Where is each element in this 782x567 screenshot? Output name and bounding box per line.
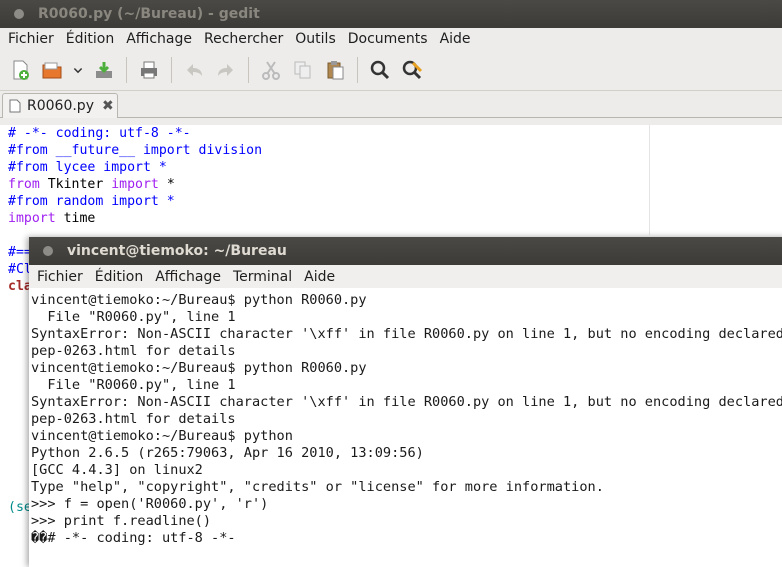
file-icon — [9, 99, 21, 113]
terminal-line: >>> print f.readline() — [31, 513, 212, 529]
print-button[interactable] — [135, 56, 163, 84]
gedit-toolbar — [0, 50, 782, 91]
module-name: Tkinter — [39, 177, 112, 192]
open-folder-icon — [42, 62, 62, 79]
terminal-line: vincent@tiemoko:~/Bureau$ python R0060.p… — [31, 292, 367, 308]
menu-terminal[interactable]: Terminal — [233, 269, 292, 285]
open-button[interactable] — [38, 56, 66, 84]
right-margin-line — [649, 125, 650, 235]
code-line: #from lycee import * — [8, 160, 167, 175]
new-document-icon — [13, 60, 29, 80]
terminal-line: vincent@tiemoko:~/Bureau$ python — [31, 428, 293, 444]
terminal-line: ��# -*- coding: utf-8 -*- — [31, 530, 236, 546]
terminal-line: Type "help", "copyright", "credits" or "… — [31, 479, 604, 495]
terminal-line: File "R0060.py", line 1 — [31, 377, 236, 393]
terminal-line: pep-0263.html for details — [31, 411, 236, 427]
terminal-titlebar[interactable]: vincent@tiemoko: ~/Bureau — [29, 237, 782, 265]
tab-label: R0060.py — [27, 98, 94, 114]
keyword: import — [111, 177, 159, 192]
terminal-line: pep-0263.html for details — [31, 343, 236, 359]
code-token: * — [158, 177, 175, 192]
dropdown-arrow-icon — [73, 68, 83, 74]
menu-fichier[interactable]: Fichier — [37, 269, 83, 285]
terminal-window: vincent@tiemoko: ~/Bureau Fichier Éditio… — [29, 237, 782, 567]
terminal-line: SyntaxError: Non-ASCII character '\xff' … — [31, 394, 782, 410]
save-icon — [96, 62, 112, 78]
window-menu-icon[interactable] — [43, 246, 53, 256]
code-line: #from random import * — [8, 194, 175, 209]
code-line: from Tkinter import * — [8, 176, 175, 193]
paste-icon — [327, 61, 344, 80]
copy-button[interactable] — [289, 56, 317, 84]
terminal-window-title: vincent@tiemoko: ~/Bureau — [67, 243, 287, 259]
terminal-line: File "R0060.py", line 1 — [31, 309, 236, 325]
toolbar-separator — [171, 57, 172, 83]
gedit-titlebar[interactable]: R0060.py (~/Bureau) - gedit — [0, 0, 782, 28]
code-line: # -*- coding: utf-8 -*- — [8, 126, 191, 141]
redo-icon — [218, 64, 233, 76]
tab-r0060-py[interactable]: R0060.py ✖ — [2, 93, 118, 118]
find-button[interactable] — [366, 56, 394, 84]
module-name: time — [55, 211, 96, 226]
terminal-line: vincent@tiemoko:~/Bureau$ python R0060.p… — [31, 360, 367, 376]
keyword: import — [8, 211, 56, 226]
cut-icon — [262, 61, 280, 80]
menu-affichage[interactable]: Affichage — [126, 31, 192, 47]
terminal-line: Python 2.6.5 (r265:79063, Apr 16 2010, 1… — [31, 445, 424, 461]
menu-aide[interactable]: Aide — [440, 31, 471, 47]
toolbar-separator — [126, 57, 127, 83]
cut-button[interactable] — [257, 56, 285, 84]
find-icon — [370, 60, 390, 80]
undo-icon — [187, 64, 202, 76]
keyword: from — [8, 177, 40, 192]
undo-button[interactable] — [180, 56, 208, 84]
close-tab-icon[interactable]: ✖ — [102, 98, 114, 114]
redo-button[interactable] — [212, 56, 240, 84]
terminal-line: >>> f = open('R0060.py', 'r') — [31, 496, 269, 512]
menu-rechercher[interactable]: Rechercher — [204, 31, 283, 47]
window-menu-icon[interactable] — [14, 9, 24, 19]
terminal-menubar: Fichier Édition Affichage Terminal Aide — [29, 265, 782, 288]
code-line: #from __future__ import division — [8, 143, 263, 158]
menu-affichage[interactable]: Affichage — [155, 269, 221, 285]
menu-fichier[interactable]: Fichier — [8, 31, 54, 47]
menu-outils[interactable]: Outils — [295, 31, 335, 47]
gedit-menubar: Fichier Édition Affichage Rechercher Out… — [0, 28, 782, 50]
find-replace-icon — [402, 60, 423, 80]
print-icon — [141, 61, 157, 79]
menu-aide[interactable]: Aide — [304, 269, 335, 285]
find-replace-button[interactable] — [398, 56, 426, 84]
terminal-line: [GCC 4.4.3] on linux2 — [31, 462, 203, 478]
terminal-output[interactable]: vincent@tiemoko:~/Bureau$ python R0060.p… — [29, 292, 782, 567]
save-button[interactable] — [90, 56, 118, 84]
gedit-window-title: R0060.py (~/Bureau) - gedit — [38, 6, 260, 22]
menu-edition[interactable]: Édition — [66, 31, 114, 47]
paste-button[interactable] — [321, 56, 349, 84]
new-document-button[interactable] — [6, 56, 34, 84]
copy-icon — [294, 61, 311, 79]
code-line: import time — [8, 210, 95, 227]
toolbar-separator — [357, 57, 358, 83]
toolbar-separator — [248, 57, 249, 83]
terminal-line: SyntaxError: Non-ASCII character '\xff' … — [31, 326, 782, 342]
menu-documents[interactable]: Documents — [348, 31, 428, 47]
open-recent-dropdown[interactable] — [70, 56, 86, 84]
menu-edition[interactable]: Édition — [95, 269, 143, 285]
document-tabbar: R0060.py ✖ — [0, 91, 782, 118]
